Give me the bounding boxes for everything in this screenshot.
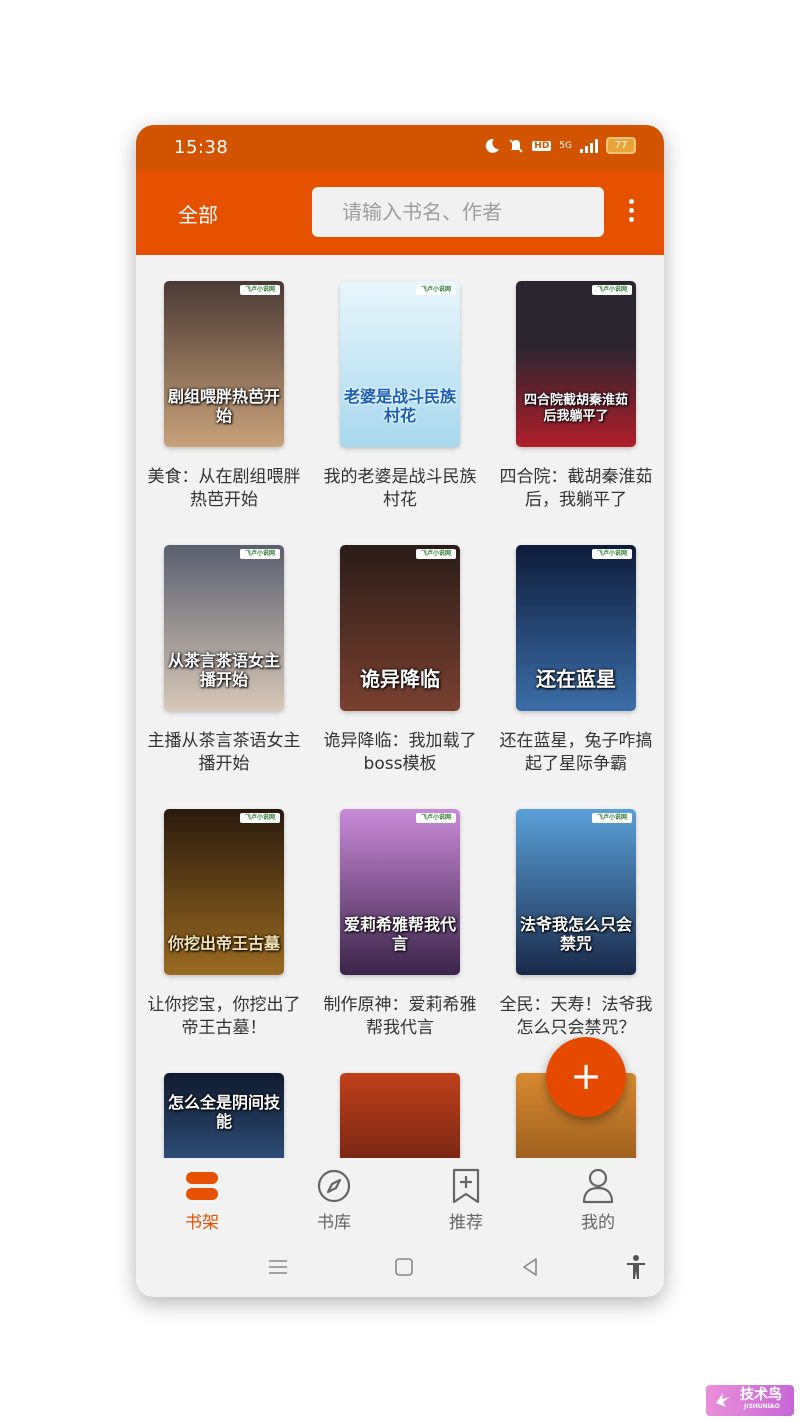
status-icons: HD 5G 77 [484, 137, 636, 154]
book-cover[interactable]: 飞卢小说网 四合院截胡秦淮茹后我躺平了 [516, 281, 636, 447]
book-cover[interactable] [340, 1073, 460, 1158]
bookmark-add-icon [452, 1168, 480, 1204]
status-bar: 15:38 HD 5G 77 [136, 125, 664, 171]
book-title: 我的老婆是战斗民族村花 [323, 467, 477, 510]
cover-title: 法爷我怎么只会禁咒 [520, 915, 633, 953]
nav-label: 书库 [317, 1213, 351, 1233]
nav-item-bookshelf[interactable]: 书架 [152, 1166, 252, 1233]
cover-title: 从茶言茶语女主播开始 [168, 651, 281, 689]
book-item[interactable]: 飞卢小说网 四合院截胡秦淮茹后我躺平了 四合院：截胡秦淮茹后，我躺平了 [496, 281, 656, 512]
book-item[interactable]: 飞卢小说网 还在蓝星 还在蓝星，兔子咋搞起了星际争霸 [496, 545, 656, 776]
nav-label: 推荐 [449, 1213, 483, 1233]
book-item[interactable]: 飞卢小说网 爱莉希雅帮我代言 制作原神：爱莉希雅帮我代言 [320, 809, 480, 1040]
nav-item-recommend[interactable]: 推荐 [416, 1166, 516, 1233]
book-cover[interactable]: 怎么全是阴间技能 [164, 1073, 284, 1158]
cover-title: 四合院截胡秦淮茹后我躺平了 [523, 393, 628, 424]
mute-bell-icon [509, 138, 523, 153]
book-item[interactable]: 怎么全是阴间技能 [144, 1073, 304, 1158]
bookshelf-icon [186, 1172, 218, 1200]
book-cover[interactable]: 飞卢小说网 从茶言茶语女主播开始 [164, 545, 284, 711]
cover-title: 老婆是战斗民族村花 [344, 387, 457, 425]
book-cover[interactable]: 飞卢小说网 还在蓝星 [516, 545, 636, 711]
book-title: 美食：从在剧组喂胖热芭开始 [147, 467, 301, 510]
accessibility-icon[interactable] [622, 1253, 650, 1281]
hd-badge: HD [532, 140, 552, 151]
bookshelf-grid: 飞卢小说网 剧组喂胖热芭开始 美食：从在剧组喂胖热芭开始 飞卢小说网 老婆是战斗… [136, 255, 664, 1158]
book-item[interactable]: 飞卢小说网 诡异降临 诡异降临：我加载了boss模板 [320, 545, 480, 776]
cover-title: 怎么全是阴间技能 [168, 1093, 281, 1131]
book-item[interactable]: 飞卢小说网 从茶言茶语女主播开始 主播从茶言茶语女主播开始 [144, 545, 304, 776]
back-icon[interactable] [516, 1253, 544, 1281]
book-item[interactable]: 飞卢小说网 剧组喂胖热芭开始 美食：从在剧组喂胖热芭开始 [144, 281, 304, 512]
status-time: 15:38 [174, 137, 229, 158]
compass-icon [317, 1169, 351, 1203]
book-title: 全民：天寿！法爷我怎么只会禁咒？ [499, 995, 653, 1038]
home-icon[interactable] [390, 1253, 418, 1281]
nav-label: 我的 [581, 1213, 615, 1233]
app-bar: 全部 [136, 171, 664, 255]
book-cover[interactable]: 飞卢小说网 诡异降临 [340, 545, 460, 711]
cover-title: 爱莉希雅帮我代言 [344, 915, 457, 953]
bottom-nav: 书架 书库 推荐 我的 [136, 1158, 664, 1243]
cover-title: 诡异降临 [360, 667, 440, 691]
book-item[interactable]: 飞卢小说网 法爷我怎么只会禁咒 全民：天寿！法爷我怎么只会禁咒？ [496, 809, 656, 1040]
publisher-badge: 飞卢小说网 [416, 285, 456, 295]
book-title: 主播从茶言茶语女主播开始 [147, 731, 301, 774]
battery-icon: 77 [606, 137, 636, 154]
publisher-badge: 飞卢小说网 [592, 813, 632, 823]
bird-icon [716, 1393, 730, 1407]
nav-label: 书架 [185, 1213, 219, 1233]
book-cover[interactable]: 飞卢小说网 剧组喂胖热芭开始 [164, 281, 284, 447]
cover-title: 还在蓝星 [536, 667, 616, 691]
watermark-logo: 技术鸟 JISHUNIAO [706, 1385, 794, 1416]
book-item[interactable]: 飞卢小说网 你挖出帝王古墓 让你挖宝，你挖出了帝王古墓！ [144, 809, 304, 1040]
cover-title: 剧组喂胖热芭开始 [168, 387, 281, 425]
moon-icon [486, 138, 500, 153]
book-title: 制作原神：爱莉希雅帮我代言 [323, 995, 477, 1038]
network-label: 5G [559, 140, 572, 151]
book-cover[interactable]: 飞卢小说网 爱莉希雅帮我代言 [340, 809, 460, 975]
publisher-badge: 飞卢小说网 [240, 285, 280, 295]
menu-icon[interactable] [264, 1253, 292, 1281]
person-icon [582, 1168, 614, 1204]
tab-all[interactable]: 全部 [178, 199, 218, 228]
book-title: 四合院：截胡秦淮茹后，我躺平了 [499, 467, 653, 510]
book-item[interactable]: 飞卢小说网 老婆是战斗民族村花 我的老婆是战斗民族村花 [320, 281, 480, 512]
book-title: 诡异降临：我加载了boss模板 [323, 731, 477, 774]
phone-frame: 15:38 HD 5G 77 全部 飞卢小说网 剧组喂胖热芭开始 美食：从在剧组… [136, 125, 664, 1297]
publisher-badge: 飞卢小说网 [592, 285, 632, 295]
signal-icon [580, 138, 598, 153]
book-cover[interactable]: 飞卢小说网 你挖出帝王古墓 [164, 809, 284, 975]
book-item[interactable] [320, 1073, 480, 1158]
add-book-fab[interactable]: + [546, 1037, 626, 1117]
book-title: 还在蓝星，兔子咋搞起了星际争霸 [499, 731, 653, 774]
book-cover[interactable]: 飞卢小说网 法爷我怎么只会禁咒 [516, 809, 636, 975]
nav-item-library[interactable]: 书库 [284, 1166, 384, 1233]
publisher-badge: 飞卢小说网 [416, 813, 456, 823]
cover-title: 你挖出帝王古墓 [168, 934, 281, 953]
publisher-badge: 飞卢小说网 [592, 549, 632, 559]
more-vert-icon[interactable] [624, 199, 638, 227]
publisher-badge: 飞卢小说网 [240, 813, 280, 823]
nav-item-profile[interactable]: 我的 [548, 1166, 648, 1233]
system-nav-bar [136, 1237, 664, 1297]
publisher-badge: 飞卢小说网 [240, 549, 280, 559]
book-title: 让你挖宝，你挖出了帝王古墓！ [147, 995, 301, 1038]
book-cover[interactable]: 飞卢小说网 老婆是战斗民族村花 [340, 281, 460, 447]
publisher-badge: 飞卢小说网 [416, 549, 456, 559]
search-input[interactable] [312, 187, 604, 237]
